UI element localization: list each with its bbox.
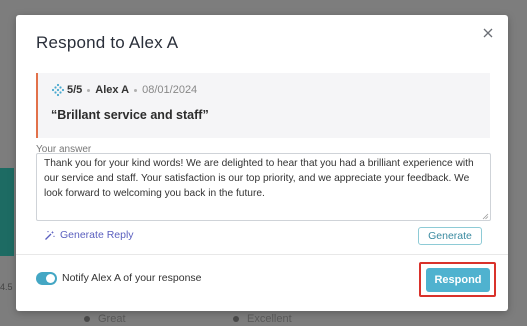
review-rating: 5/5 <box>67 84 83 96</box>
review-text: “Brillant service and staff” <box>51 108 209 122</box>
separator-dot-icon <box>87 88 91 92</box>
review-card: 5/5 Alex A 08/01/2024 “Brillant service … <box>36 73 490 138</box>
respond-button[interactable]: Respond <box>426 268 490 292</box>
background-axis-value: 4.5 <box>0 282 13 292</box>
legend-dot-icon <box>84 316 90 322</box>
answer-textarea[interactable]: Thank you for your kind words! We are de… <box>36 153 491 221</box>
generate-reply-label: Generate Reply <box>60 229 134 241</box>
magic-wand-icon <box>45 230 55 240</box>
separator-dot-icon <box>134 88 138 92</box>
background-chart-bar <box>0 168 14 256</box>
rating-badge-icon <box>51 83 65 97</box>
close-icon <box>483 28 493 38</box>
generate-reply-link[interactable]: Generate Reply <box>44 229 134 241</box>
review-meta: 5/5 Alex A 08/01/2024 <box>51 83 197 97</box>
resize-grip-icon[interactable] <box>482 213 489 220</box>
review-date: 08/01/2024 <box>142 84 198 96</box>
legend-label: Great <box>98 313 126 325</box>
generate-button[interactable]: Generate <box>418 227 482 245</box>
page: 4.5 Great Excellent Respond to Alex A 5/… <box>0 0 527 326</box>
modal-title: Respond to Alex A <box>36 33 179 52</box>
legend-dot-icon <box>233 316 239 322</box>
respond-modal: Respond to Alex A 5/5 Alex A 08/01/2024 … <box>16 15 508 311</box>
notify-label: Notify Alex A of your response <box>62 272 202 284</box>
toggle-knob <box>46 274 55 283</box>
background-legend-excellent: Excellent <box>233 313 292 325</box>
review-author: Alex A <box>95 84 130 96</box>
legend-label: Excellent <box>247 313 292 325</box>
footer-divider <box>16 254 508 255</box>
close-button[interactable] <box>480 25 496 41</box>
background-legend-great: Great <box>84 313 126 325</box>
notify-toggle[interactable] <box>36 272 57 285</box>
